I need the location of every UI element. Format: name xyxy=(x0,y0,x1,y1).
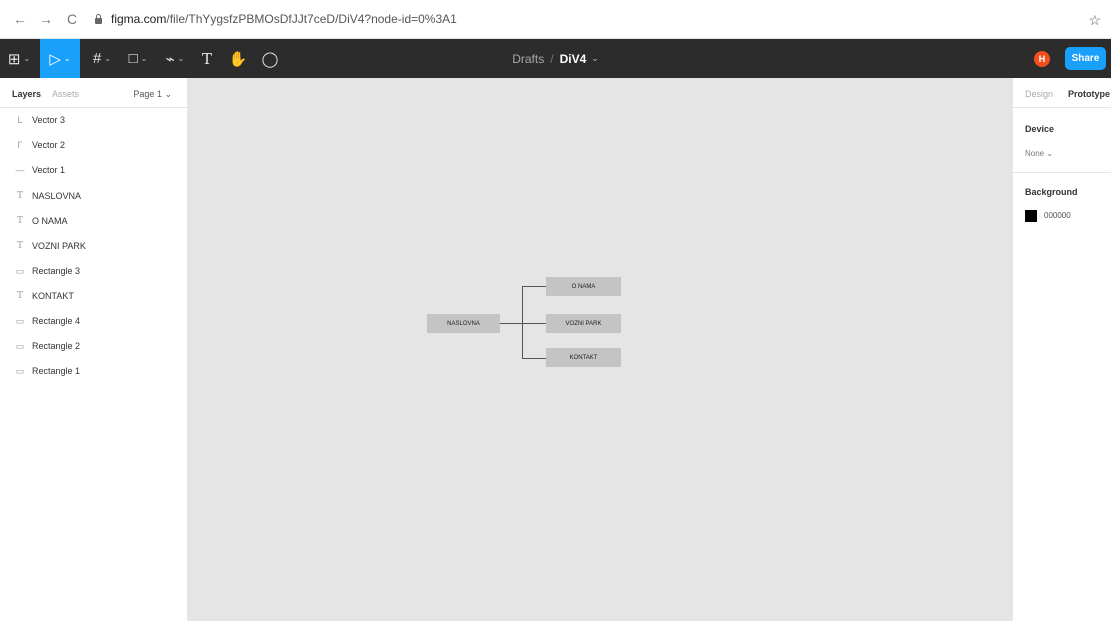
figma-menu-icon: ⊞ xyxy=(7,50,21,68)
shape-tool-button[interactable]: □ ⌄ xyxy=(120,39,156,78)
chevron-down-icon: ⌄ xyxy=(140,54,148,63)
chevron-down-icon: ⌄ xyxy=(63,54,71,63)
layer-name: Vector 1 xyxy=(32,165,66,175)
chevron-down-icon: ⌄ xyxy=(177,54,185,63)
layer-name: Rectangle 2 xyxy=(32,341,81,351)
right-panel-tabs: Design Prototype xyxy=(1013,78,1111,108)
layer-name: Rectangle 1 xyxy=(32,366,81,376)
rectangle-layer-icon: ▭ xyxy=(15,315,25,326)
url-path: /file/ThYygsfzPBMOsDfJJt7ceD/DiV4?node-i… xyxy=(166,12,457,26)
rectangle-layer-icon: ▭ xyxy=(15,340,25,351)
layer-name: Vector 2 xyxy=(32,140,66,150)
background-color-swatch[interactable] xyxy=(1025,210,1037,222)
properties-panel: Design Prototype Device None ⌄ Backgroun… xyxy=(1012,78,1111,621)
layer-item[interactable]: T O NAMA xyxy=(0,209,187,233)
section-divider xyxy=(1013,172,1111,173)
layer-name: KONTAKT xyxy=(32,291,74,301)
frame-icon: # xyxy=(92,50,102,67)
browser-bar: ← → C figma.com/file/ThYygsfzPBMOsDfJJt7… xyxy=(0,0,1111,39)
background-color-value[interactable]: 000000 xyxy=(1044,211,1071,220)
tab-design[interactable]: Design xyxy=(1025,89,1053,99)
move-cursor-icon: ▷ xyxy=(49,50,61,68)
breadcrumb-drafts[interactable]: Drafts xyxy=(512,52,544,66)
background-section-title: Background xyxy=(1025,187,1078,197)
move-tool-button[interactable]: ▷ ⌄ xyxy=(40,39,80,78)
text-layer-icon: T xyxy=(16,291,23,301)
left-panel-tabs: Layers Assets Page 1 ⌄ xyxy=(0,78,187,108)
connector-line-child[interactable] xyxy=(522,323,546,324)
node-naslovna[interactable]: NASLOVNA xyxy=(427,314,500,333)
chevron-down-icon[interactable]: ⌄ xyxy=(591,53,599,64)
layer-name: O NAMA xyxy=(32,216,68,226)
layer-item[interactable]: Γ Vector 2 xyxy=(0,133,187,157)
layer-name: Rectangle 3 xyxy=(32,266,81,276)
chevron-down-icon: ⌄ xyxy=(104,54,112,63)
comment-icon: ◯ xyxy=(261,50,279,68)
layer-item[interactable]: ▭ Rectangle 3 xyxy=(0,259,187,283)
layer-name: Vector 3 xyxy=(32,115,66,125)
tab-prototype[interactable]: Prototype xyxy=(1068,89,1110,99)
pen-tool-button[interactable]: ⌁ ⌄ xyxy=(157,39,193,78)
layer-item[interactable]: — Vector 1 xyxy=(0,158,187,182)
layer-item[interactable]: T KONTAKT xyxy=(0,284,187,308)
layer-item[interactable]: T VOZNI PARK xyxy=(0,234,187,258)
layer-item[interactable]: ▭ Rectangle 1 xyxy=(0,359,187,383)
chevron-down-icon: ⌄ xyxy=(23,54,31,63)
figma-toolbar: ⊞ ⌄ ▷ ⌄ # ⌄ □ ⌄ ⌁ ⌄ T ✋ ◯ Drafts / DiV4 ⌄ H S… xyxy=(0,39,1111,78)
text-layer-icon: T xyxy=(16,191,23,201)
bookmark-star-icon[interactable]: ☆ xyxy=(1088,12,1101,29)
rectangle-layer-icon: ▭ xyxy=(15,365,25,376)
connector-line-child[interactable] xyxy=(522,286,546,287)
layer-item[interactable]: L Vector 3 xyxy=(0,108,187,132)
reload-icon[interactable]: C xyxy=(62,11,82,27)
connector-line-root[interactable] xyxy=(500,323,522,324)
pen-icon: ⌁ xyxy=(165,50,175,68)
text-icon: T xyxy=(201,49,212,68)
layer-name: Rectangle 4 xyxy=(32,316,81,326)
design-canvas[interactable]: NASLOVNA O NAMA VOZNI PARK KONTAKT xyxy=(188,78,1012,621)
breadcrumb-separator: / xyxy=(550,51,554,66)
layer-item[interactable]: ▭ Rectangle 2 xyxy=(0,334,187,358)
lock-icon xyxy=(94,14,103,24)
node-vozni-park[interactable]: VOZNI PARK xyxy=(546,314,621,333)
layer-name: VOZNI PARK xyxy=(32,241,86,251)
device-section-title: Device xyxy=(1025,124,1055,134)
forward-icon[interactable]: → xyxy=(36,11,56,27)
layers-panel: Layers Assets Page 1 ⌄ L Vector 3 Γ Vect… xyxy=(0,78,188,621)
node-o-nama[interactable]: O NAMA xyxy=(546,277,621,296)
vector-icon: L xyxy=(17,115,23,125)
layer-name: NASLOVNA xyxy=(32,191,82,201)
back-icon[interactable]: ← xyxy=(10,11,30,27)
device-select[interactable]: None ⌄ xyxy=(1025,149,1053,158)
file-name[interactable]: DiV4 xyxy=(560,52,587,66)
connector-line-child[interactable] xyxy=(522,358,546,359)
user-avatar[interactable]: H xyxy=(1034,51,1050,67)
text-layer-icon: T xyxy=(16,216,23,226)
page-selector[interactable]: Page 1 ⌄ xyxy=(133,89,172,100)
layer-item[interactable]: ▭ Rectangle 4 xyxy=(0,309,187,333)
text-tool-button[interactable]: T xyxy=(196,39,218,78)
node-kontakt[interactable]: KONTAKT xyxy=(546,348,621,367)
layer-item[interactable]: T NASLOVNA xyxy=(0,184,187,208)
tab-layers[interactable]: Layers xyxy=(12,89,41,99)
vector-icon: Γ xyxy=(17,140,23,150)
frame-tool-button[interactable]: # ⌄ xyxy=(84,39,120,78)
url-host: figma.com xyxy=(111,12,167,26)
text-layer-icon: T xyxy=(16,241,23,251)
rectangle-layer-icon: ▭ xyxy=(15,265,25,276)
share-button[interactable]: Share xyxy=(1065,47,1106,70)
hand-icon: ✋ xyxy=(228,50,248,68)
comment-tool-button[interactable]: ◯ xyxy=(258,39,282,78)
line-icon: — xyxy=(15,165,25,175)
address-bar[interactable]: figma.com/file/ThYygsfzPBMOsDfJJt7ceD/Di… xyxy=(94,12,457,26)
main-menu-button[interactable]: ⊞ ⌄ xyxy=(0,39,38,78)
rectangle-icon: □ xyxy=(128,50,138,67)
tab-assets[interactable]: Assets xyxy=(52,89,79,99)
hand-tool-button[interactable]: ✋ xyxy=(226,39,250,78)
